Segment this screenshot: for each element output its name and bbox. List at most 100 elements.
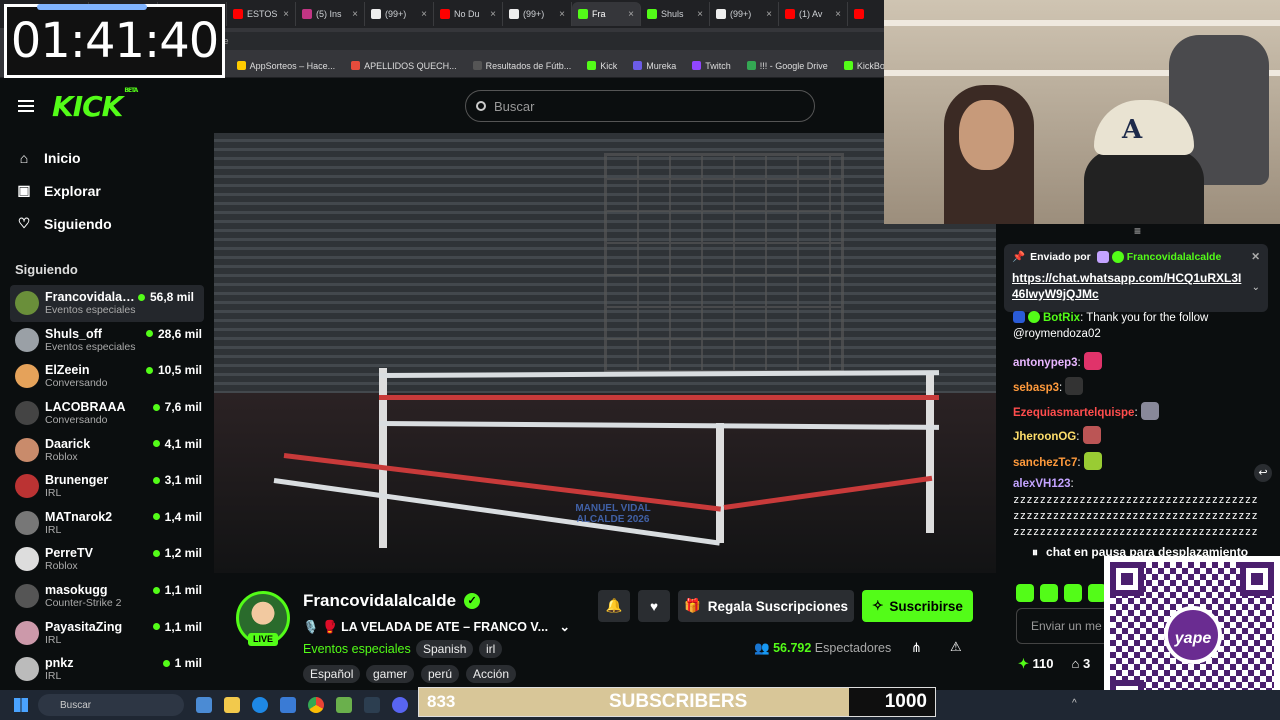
- pinned-by-label: Enviado por: [1030, 250, 1091, 263]
- report-icon[interactable]: ⚠: [950, 639, 962, 655]
- bookmark-favicon-icon: [472, 61, 482, 70]
- followed-channel[interactable]: Francovidalalc... Eventos especiales 56,8 …: [10, 285, 204, 322]
- chat-username[interactable]: BotRix: [1043, 312, 1080, 324]
- ring-post: [716, 423, 724, 543]
- browser-tab[interactable]: (99+) ×: [710, 2, 779, 26]
- followed-channel[interactable]: PayasitaZing IRL 1,1 mil: [0, 614, 212, 651]
- taskbar-search[interactable]: Buscar: [38, 694, 184, 716]
- edge-icon[interactable]: [252, 697, 268, 713]
- chevron-down-icon[interactable]: ⌄: [560, 620, 570, 634]
- nav-item-explorar[interactable]: ▣ Explorar: [0, 174, 212, 207]
- bookmark-item[interactable]: Resultados de Fútb...: [465, 61, 580, 71]
- bell-icon: 🔔: [605, 598, 623, 613]
- emote-icon[interactable]: [1040, 584, 1058, 602]
- chat-collapse-icon[interactable]: ≡: [1134, 224, 1141, 238]
- discord-icon[interactable]: [392, 697, 408, 713]
- windows-start-icon[interactable]: [14, 698, 28, 712]
- follow-button[interactable]: ♥: [638, 590, 670, 622]
- emote-icon[interactable]: [1016, 584, 1034, 602]
- address-field[interactable]: alcalde: [180, 32, 900, 50]
- nav-item-siguiendo[interactable]: ♡ Siguiendo: [0, 207, 212, 240]
- chrome-icon[interactable]: [308, 697, 324, 713]
- channel-viewers: 10,5 mil: [146, 363, 202, 377]
- bookmark-favicon-icon: [587, 61, 597, 70]
- browser-tab[interactable]: (99+) ×: [503, 2, 572, 26]
- kick-logo[interactable]: KICK BETA: [52, 87, 138, 123]
- followed-channel[interactable]: masokugg Counter-Strike 2 1,1 mil: [0, 578, 212, 615]
- nav-item-inicio[interactable]: ⌂ Inicio: [0, 141, 212, 174]
- streamer-name[interactable]: Francovidalalcalde ✓: [303, 591, 481, 611]
- stream-info: LIVE Francovidalalcalde ✓ 🎙️ 🥊 LA VELADA …: [214, 573, 996, 690]
- browser-tab[interactable]: Fra ×: [572, 2, 641, 26]
- close-icon[interactable]: ×: [628, 9, 634, 20]
- search-input[interactable]: Buscar: [465, 90, 815, 122]
- tag[interactable]: irl: [479, 640, 503, 658]
- close-icon[interactable]: ×: [835, 9, 841, 20]
- folder-icon[interactable]: [224, 697, 240, 713]
- close-icon[interactable]: ×: [352, 9, 358, 20]
- store-icon[interactable]: [280, 697, 296, 713]
- bookmark-item[interactable]: !!! - Google Drive: [739, 61, 836, 71]
- app-icon[interactable]: [364, 697, 380, 713]
- tray-chevron-icon[interactable]: ^: [1072, 698, 1077, 709]
- browser-tab[interactable]: (5) Ins ×: [296, 2, 365, 26]
- followed-channel[interactable]: Shuls_off Eventos especiales 28,6 mil: [0, 322, 212, 359]
- followed-channel[interactable]: PerreTV Roblox 1,2 mil: [0, 541, 212, 578]
- bookmark-item[interactable]: Kick: [579, 61, 625, 71]
- store-icon[interactable]: ⌂: [1072, 656, 1080, 671]
- close-icon[interactable]: ×: [766, 9, 772, 20]
- app-icon[interactable]: [336, 697, 352, 713]
- chevron-down-icon[interactable]: ⌄: [1252, 282, 1260, 293]
- unpin-icon[interactable]: ✕: [1251, 251, 1260, 263]
- chat-username[interactable]: alexVH123: [1013, 478, 1071, 490]
- app-icon[interactable]: [196, 697, 212, 713]
- tag[interactable]: Spanish: [416, 640, 474, 658]
- chat-username[interactable]: antonypep3: [1013, 357, 1078, 369]
- close-icon[interactable]: ×: [559, 9, 565, 20]
- subs-goal: 1000: [884, 691, 927, 712]
- browser-tab[interactable]: ESTOS ×: [227, 2, 296, 26]
- channel-category: Roblox: [45, 450, 78, 463]
- close-icon[interactable]: ×: [697, 9, 703, 20]
- bookmark-item[interactable]: Twitch: [684, 61, 739, 71]
- close-icon[interactable]: ×: [421, 9, 427, 20]
- browser-tab[interactable]: (1) Av ×: [779, 2, 848, 26]
- browser-tab[interactable]: Shuls ×: [641, 2, 710, 26]
- bookmark-item[interactable]: Mureka: [625, 61, 684, 71]
- bookmark-item[interactable]: AppSorteos – Hace...: [229, 61, 344, 71]
- scroll-to-bottom-icon[interactable]: ↩: [1254, 464, 1272, 482]
- pinned-link[interactable]: https://chat.whatsapp.com/HCQ1uRXL3I46lw…: [1012, 270, 1244, 302]
- followed-channel[interactable]: MATnarok2 IRL 1,4 mil: [0, 505, 212, 542]
- close-icon[interactable]: ×: [490, 9, 496, 20]
- avatar: [15, 584, 39, 609]
- close-icon[interactable]: ×: [283, 9, 289, 20]
- notification-bell-button[interactable]: 🔔: [598, 590, 630, 622]
- browser-tab[interactable]: (99+) ×: [365, 2, 434, 26]
- chat-username[interactable]: Ezequiasmartelquispe: [1013, 407, 1134, 419]
- browser-tab[interactable]: No Du ×: [434, 2, 503, 26]
- pinned-user[interactable]: Francovidalalcalde: [1127, 251, 1222, 263]
- person-right: [1084, 150, 1204, 224]
- chat-username[interactable]: sanchezTc7: [1013, 457, 1077, 469]
- share-icon[interactable]: ⋔: [911, 640, 922, 656]
- video-player[interactable]: MANUEL VIDAL ALCALDE 2026: [214, 133, 996, 573]
- chat-points[interactable]: ✦ 110 ⌂ 3: [1018, 656, 1090, 672]
- emote-icon: [1083, 352, 1102, 370]
- subscribe-button[interactable]: ✧ Suscribirse: [862, 590, 973, 622]
- followed-channel[interactable]: LACOBRAAA Conversando 7,6 mil: [0, 395, 212, 432]
- gift-subs-button[interactable]: 🎁 Regala Suscripciones: [678, 590, 854, 622]
- followed-channel[interactable]: pnkz IRL 1 mil: [0, 651, 212, 688]
- followed-channel[interactable]: Daarick Roblox 4,1 mil: [0, 431, 212, 468]
- tag[interactable]: Acción: [466, 665, 517, 683]
- chat-username[interactable]: JheroonOG: [1013, 431, 1076, 443]
- followed-channel[interactable]: ElZeein Conversando 10,5 mil: [0, 358, 212, 395]
- tag[interactable]: gamer: [366, 665, 415, 683]
- tag[interactable]: Español: [303, 665, 361, 683]
- chat-username[interactable]: sebasp3: [1013, 382, 1059, 394]
- bookmark-item[interactable]: APELLIDOS QUECH...: [343, 61, 465, 71]
- stream-category[interactable]: Eventos especiales: [303, 642, 411, 656]
- menu-icon[interactable]: [18, 100, 34, 112]
- tag[interactable]: perú: [421, 665, 460, 683]
- emote-icon[interactable]: [1064, 584, 1082, 602]
- followed-channel[interactable]: Brunenger IRL 3,1 mil: [0, 468, 212, 505]
